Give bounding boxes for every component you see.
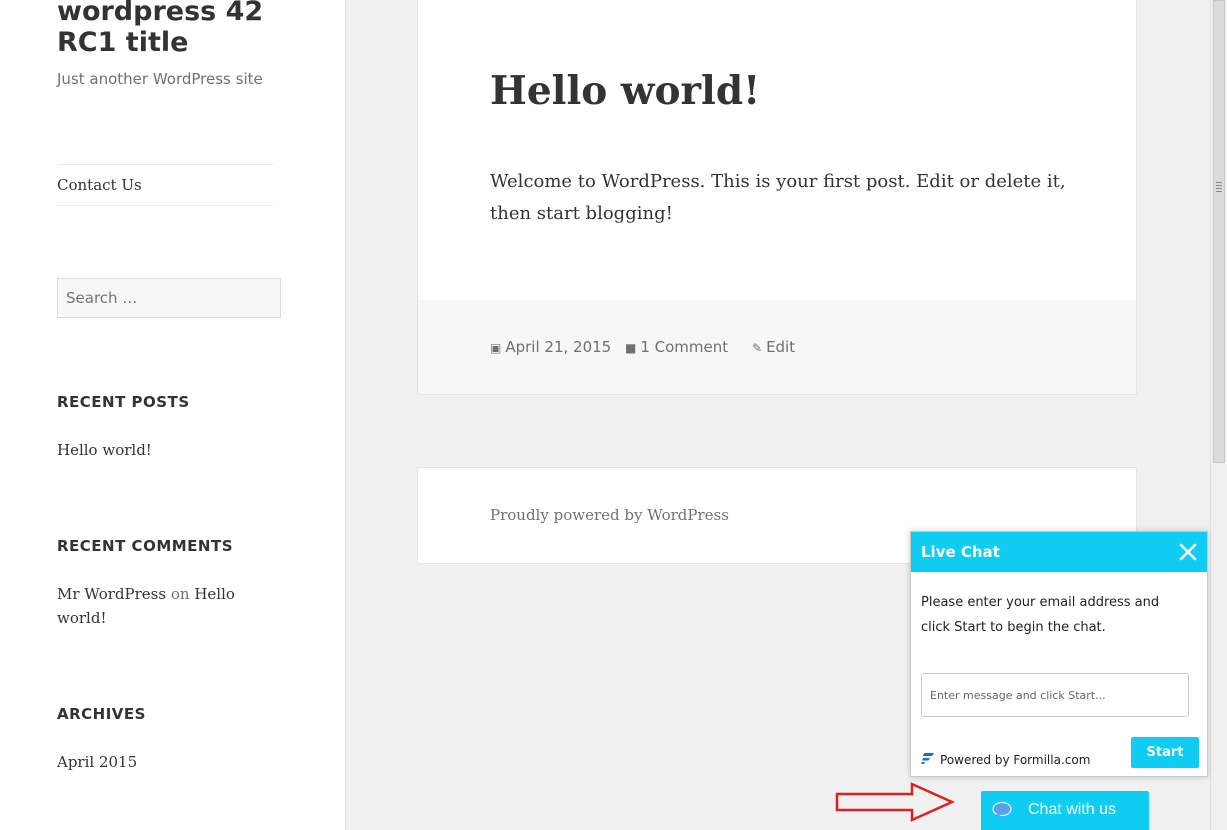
post-article: Hello world! Welcome to WordPress. This … — [417, 0, 1137, 395]
chat-with-us-label: Chat with us — [1028, 801, 1117, 818]
recent-post-link[interactable]: Hello world! — [57, 438, 152, 462]
scrollbar-thumb[interactable] — [1213, 0, 1225, 463]
post-content: Welcome to WordPress. This is your first… — [490, 171, 1066, 224]
live-chat-message: Please enter your email address and clic… — [921, 595, 1160, 635]
recent-comment-entry: Mr WordPress on Hello world! — [57, 582, 257, 630]
powered-by-link[interactable]: Powered by Formilla.com — [921, 752, 1090, 767]
post-meta: ▣ April 21, 2015 ■ 1 Comment ✎ Edit — [418, 300, 1136, 394]
post-title[interactable]: Hello world! — [490, 68, 760, 114]
formilla-logo-icon — [921, 752, 935, 767]
footer-credit-link[interactable]: Proudly powered by WordPress — [490, 506, 729, 524]
recent-comments-title: RECENT COMMENTS — [57, 537, 234, 555]
comment-icon: ■ — [625, 341, 637, 355]
chat-with-us-button[interactable]: Chat with us — [981, 791, 1149, 830]
edit-label: Edit — [766, 338, 796, 356]
vertical-scrollbar[interactable] — [1210, 0, 1227, 830]
chat-bubble-icon — [991, 801, 1015, 824]
start-chat-button[interactable]: Start — [1131, 737, 1199, 768]
post-date-link[interactable]: ▣ April 21, 2015 — [490, 338, 611, 356]
comments-link[interactable]: ■ 1 Comment — [625, 338, 728, 356]
search-input[interactable] — [57, 278, 281, 318]
comment-connector: on — [170, 585, 190, 603]
main-menu: Contact Us — [57, 164, 273, 206]
comment-author-link[interactable]: Mr WordPress — [57, 585, 166, 603]
live-chat-header: Live Chat — [911, 532, 1207, 572]
post-date: April 21, 2015 — [505, 338, 612, 356]
close-icon[interactable] — [1177, 541, 1199, 563]
menu-item-contact-us[interactable]: Contact Us — [57, 176, 142, 194]
site-description: Just another WordPress site — [57, 70, 263, 88]
archive-link-april-2015[interactable]: April 2015 — [57, 750, 137, 774]
comments-count: 1 Comment — [640, 338, 729, 356]
site-title[interactable]: wordpress 42 RC1 title — [57, 0, 297, 58]
archives-title: ARCHIVES — [57, 705, 146, 723]
edit-link[interactable]: ✎ Edit — [752, 338, 795, 356]
red-arrow-annotation — [835, 782, 956, 822]
chat-message-input[interactable] — [921, 673, 1189, 717]
recent-posts-title: RECENT POSTS — [57, 393, 190, 411]
live-chat-window: Live Chat Please enter your email addres… — [910, 531, 1208, 777]
pencil-icon: ✎ — [752, 341, 763, 355]
scrollbar-grip — [1216, 182, 1222, 192]
sidebar: wordpress 42 RC1 title Just another Word… — [0, 0, 346, 830]
calendar-icon: ▣ — [490, 341, 502, 355]
powered-by-text: Powered by Formilla.com — [940, 752, 1091, 767]
live-chat-title: Live Chat — [921, 543, 1000, 561]
